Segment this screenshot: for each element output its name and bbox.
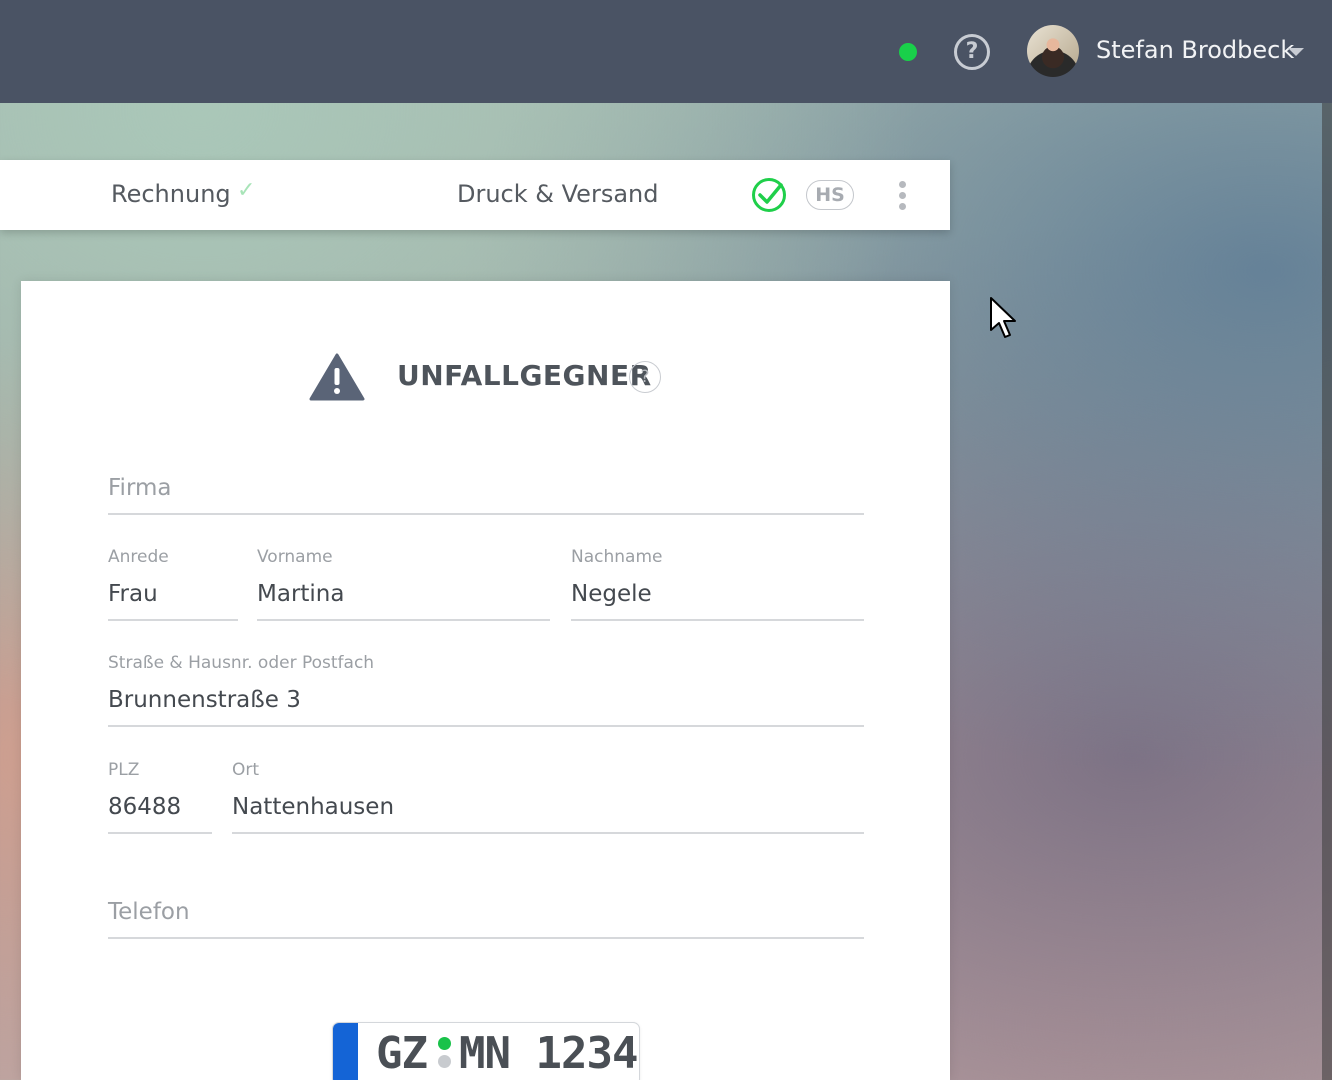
nachname-value: Negele [571, 581, 652, 607]
top-header: ? Stefan Brodbeck [0, 0, 1332, 103]
user-initials-badge[interactable]: HS [806, 180, 854, 210]
nachname-label: Nachname [571, 547, 663, 567]
warning-icon [309, 353, 365, 401]
ort-label: Ort [232, 760, 260, 780]
anrede-field[interactable]: Anrede Frau [108, 547, 238, 621]
user-name[interactable]: Stefan Brodbeck [1096, 36, 1294, 64]
plz-field[interactable]: PLZ 86488 [108, 760, 212, 834]
plate-number: MN 1234 [459, 1028, 638, 1079]
plate-sticker-icon [438, 1055, 451, 1068]
anrede-label: Anrede [108, 547, 169, 567]
vorname-value: Martina [257, 581, 345, 607]
user-menu-caret-icon[interactable] [1288, 48, 1304, 56]
nachname-field[interactable]: Nachname Negele [571, 547, 864, 621]
strasse-label: Straße & Hausnr. oder Postfach [108, 653, 375, 673]
more-options-icon[interactable] [897, 181, 907, 211]
firma-field[interactable]: Firma [108, 461, 864, 515]
vorname-field[interactable]: Vorname Martina [257, 547, 550, 621]
online-status-indicator [899, 43, 917, 61]
step-tab-bar: Rechnung ✓ Druck & Versand HS [0, 160, 950, 230]
ort-value: Nattenhausen [232, 794, 395, 820]
telefon-field[interactable]: Telefon [108, 885, 864, 939]
user-avatar[interactable] [1027, 25, 1079, 77]
vertical-scrollbar[interactable] [1322, 103, 1332, 1080]
vorname-label: Vorname [257, 547, 333, 567]
help-icon[interactable]: ? [954, 34, 990, 70]
plz-label: PLZ [108, 760, 140, 780]
plz-value: 86488 [108, 794, 182, 820]
strasse-field[interactable]: Straße & Hausnr. oder Postfach Brunnenst… [108, 653, 864, 727]
rechnung-done-check-icon: ✓ [237, 178, 256, 203]
license-plate[interactable]: GZ MN 1234 [332, 1022, 640, 1080]
unfallgegner-card: UNFALLGEGNER ? Firma Anrede Frau Vorname… [21, 281, 950, 1080]
ort-field[interactable]: Ort Nattenhausen [232, 760, 864, 834]
firma-placeholder: Firma [108, 475, 172, 501]
complete-check-icon [752, 178, 786, 212]
tab-druck-versand[interactable]: Druck & Versand [457, 180, 658, 208]
telefon-placeholder: Telefon [108, 899, 190, 925]
strasse-value: Brunnenstraße 3 [108, 687, 301, 713]
tab-rechnung[interactable]: Rechnung [111, 180, 231, 208]
plate-district: GZ [376, 1028, 428, 1079]
help-icon[interactable]: ? [629, 361, 661, 393]
mouse-cursor-icon [990, 297, 1016, 338]
anrede-value: Frau [108, 581, 158, 607]
card-title: UNFALLGEGNER [397, 359, 652, 392]
plate-eu-strip [333, 1023, 358, 1080]
plate-seal-icon [438, 1037, 451, 1050]
